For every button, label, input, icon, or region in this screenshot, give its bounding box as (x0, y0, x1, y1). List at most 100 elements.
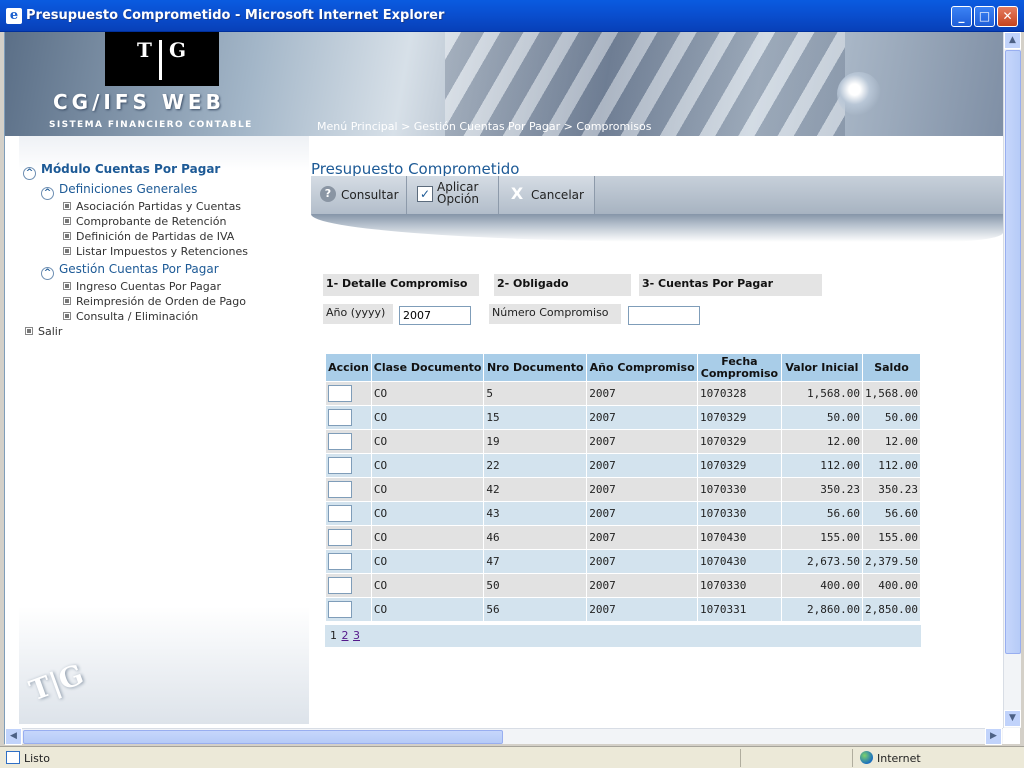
accion-cell (325, 597, 372, 622)
window-title: Presupuesto Comprometido - Microsoft Int… (26, 8, 445, 23)
sidebar-item-salir[interactable]: Salir (25, 325, 62, 338)
clase-documento-cell: CO (370, 405, 485, 430)
sidebar-item-consulta[interactable]: Consulta / Eliminación (63, 310, 198, 323)
page-icon (6, 751, 20, 764)
brand-name: CG/IFS WEB (53, 90, 225, 114)
table-row: CO 19 2007 1070329 12.00 12.00 (325, 429, 922, 454)
accion-cell (325, 405, 372, 430)
row-select-checkbox[interactable] (328, 409, 352, 426)
clase-documento-cell: CO (370, 501, 485, 526)
sidebar-item-impuestos[interactable]: Listar Impuestos y Retenciones (63, 245, 248, 258)
sidebar-module[interactable]: ^ Módulo Cuentas Por Pagar (23, 162, 220, 180)
help-icon: ? (320, 186, 336, 202)
anio-compromiso-cell: 2007 (586, 549, 699, 574)
cancelar-button[interactable]: X Cancelar (499, 176, 595, 214)
valor-inicial-cell: 112.00 (780, 453, 863, 478)
tab-cuentas-por-pagar[interactable]: 3- Cuentas Por Pagar (639, 274, 822, 296)
status-bar: Listo Internet (0, 746, 1024, 768)
valor-inicial-cell: 155.00 (780, 525, 863, 550)
internet-explorer-icon: e (6, 8, 22, 24)
collapse-icon[interactable]: ^ (41, 267, 54, 280)
row-select-checkbox[interactable] (328, 505, 352, 522)
row-select-checkbox[interactable] (328, 433, 352, 450)
scroll-right-arrow-icon[interactable]: ▶ (985, 728, 1002, 745)
collapse-icon[interactable]: ^ (41, 187, 54, 200)
year-input[interactable] (399, 306, 471, 325)
horizontal-scrollbar[interactable]: ◀ ▶ (5, 728, 1003, 745)
internet-globe-icon (860, 751, 873, 764)
row-select-checkbox[interactable] (328, 529, 352, 546)
vertical-scrollbar[interactable]: ▲ ▼ (1003, 32, 1021, 728)
compromisos-table: Accion Clase Documento Nro Documento Año… (325, 353, 922, 622)
tab-obligado[interactable]: 2- Obligado (494, 274, 631, 296)
sidebar-item-reimpresion[interactable]: Reimpresión de Orden de Pago (63, 295, 246, 308)
bullet-icon (63, 247, 71, 255)
nro-documento-cell: 15 (483, 405, 588, 430)
fecha-compromiso-cell: 1070329 (697, 453, 782, 478)
logo-letter-g: G (169, 38, 187, 62)
accion-cell (325, 525, 372, 550)
valor-inicial-cell: 50.00 (780, 405, 863, 430)
bullet-icon (25, 327, 33, 335)
scroll-left-arrow-icon[interactable]: ◀ (5, 728, 22, 745)
tab-detalle-compromiso[interactable]: 1- Detalle Compromiso (323, 274, 479, 296)
bullet-icon (63, 297, 71, 305)
anio-compromiso-cell: 2007 (586, 573, 699, 598)
sidebar-item-partidas-iva[interactable]: Definición de Partidas de IVA (63, 230, 234, 243)
sidebar-group-definiciones[interactable]: ^ Definiciones Generales (41, 182, 197, 200)
clase-documento-cell: CO (370, 381, 485, 406)
saldo-cell: 12.00 (861, 429, 922, 454)
sidebar-group-gestion[interactable]: ^ Gestión Cuentas Por Pagar (41, 262, 219, 280)
pager-link-3[interactable]: 3 (353, 629, 360, 642)
aplicar-opcion-button[interactable]: ✓ Aplicar Opción (407, 176, 499, 214)
valor-inicial-cell: 2,860.00 (780, 597, 863, 622)
row-select-checkbox[interactable] (328, 553, 352, 570)
valor-inicial-cell: 350.23 (780, 477, 863, 502)
logo-letter-t: T (137, 38, 152, 62)
consultar-button[interactable]: ? Consultar (311, 176, 407, 214)
row-select-checkbox[interactable] (328, 481, 352, 498)
table-row: CO 56 2007 1070331 2,860.00 2,850.00 (325, 597, 922, 622)
cancelar-label: Cancelar (531, 188, 584, 202)
sidebar-item-comprobante[interactable]: Comprobante de Retención (63, 215, 226, 228)
bullet-icon (63, 217, 71, 225)
sidebar-item-asociacion[interactable]: Asociación Partidas y Cuentas (63, 200, 241, 213)
column-header: Nro Documento (483, 353, 588, 382)
clase-documento-cell: CO (370, 597, 485, 622)
breadcrumb: Menú Principal > Gestión Cuentas Por Pag… (317, 120, 652, 133)
sidebar-item-ingreso[interactable]: Ingreso Cuentas Por Pagar (63, 280, 221, 293)
header-banner: T G CG/IFS WEB SISTEMA FINANCIERO CONTAB… (5, 32, 1003, 136)
table-header-row: Accion Clase Documento Nro Documento Año… (325, 353, 922, 382)
nro-documento-cell: 47 (483, 549, 588, 574)
pager-current-page: 1 (330, 629, 337, 642)
fecha-compromiso-cell: 1070330 (697, 501, 782, 526)
nro-documento-cell: 56 (483, 597, 588, 622)
row-select-checkbox[interactable] (328, 601, 352, 618)
scroll-up-arrow-icon[interactable]: ▲ (1004, 32, 1021, 49)
anio-compromiso-cell: 2007 (586, 525, 699, 550)
minimize-button[interactable]: _ (951, 6, 972, 27)
table-row: CO 43 2007 1070330 56.60 56.60 (325, 501, 922, 526)
anio-compromiso-cell: 2007 (586, 429, 699, 454)
saldo-cell: 2,850.00 (861, 597, 922, 622)
maximize-button[interactable]: □ (974, 6, 995, 27)
anio-compromiso-cell: 2007 (586, 381, 699, 406)
saldo-cell: 400.00 (861, 573, 922, 598)
collapse-icon[interactable]: ^ (23, 167, 36, 180)
row-select-checkbox[interactable] (328, 457, 352, 474)
vertical-scroll-thumb[interactable] (1005, 50, 1021, 654)
pager-link-2[interactable]: 2 (342, 629, 349, 642)
row-select-checkbox[interactable] (328, 385, 352, 402)
scroll-down-arrow-icon[interactable]: ▼ (1004, 710, 1021, 727)
sidebar-item-label: Definición de Partidas de IVA (76, 230, 235, 243)
sidebar-item-label: Reimpresión de Orden de Pago (76, 295, 246, 308)
nro-documento-cell: 46 (483, 525, 588, 550)
sidebar: ^ Módulo Cuentas Por Pagar ^ Definiciones … (19, 136, 309, 724)
brand-tagline: SISTEMA FINANCIERO CONTABLE (49, 120, 253, 130)
number-compromiso-input[interactable] (628, 306, 700, 325)
nro-documento-cell: 42 (483, 477, 588, 502)
opcion-label: Opción (437, 192, 479, 206)
close-button[interactable]: ✕ (997, 6, 1018, 27)
horizontal-scroll-thumb[interactable] (23, 730, 503, 744)
row-select-checkbox[interactable] (328, 577, 352, 594)
